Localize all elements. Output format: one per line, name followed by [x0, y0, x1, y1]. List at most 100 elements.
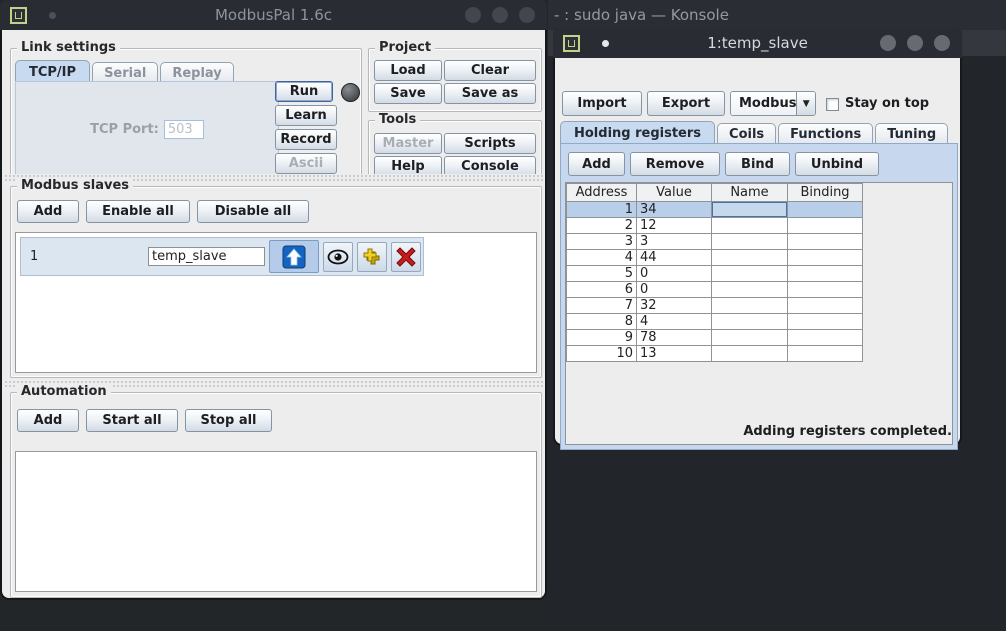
binding-cell[interactable]: [788, 218, 863, 234]
tab-functions[interactable]: Functions: [778, 123, 873, 145]
automation-add-button[interactable]: Add: [17, 409, 79, 432]
value-cell[interactable]: 78: [637, 330, 712, 346]
run-button[interactable]: Run: [275, 81, 333, 102]
name-cell[interactable]: [712, 314, 788, 330]
name-cell[interactable]: [712, 202, 788, 218]
table-row[interactable]: 33: [567, 234, 863, 250]
name-cell[interactable]: [712, 330, 788, 346]
address-cell[interactable]: 1: [567, 202, 637, 218]
save-as-button[interactable]: Save as: [444, 83, 536, 104]
register-add-button[interactable]: Add: [568, 152, 625, 176]
binding-cell[interactable]: [788, 282, 863, 298]
binding-cell[interactable]: [788, 330, 863, 346]
address-cell[interactable]: 4: [567, 250, 637, 266]
value-cell[interactable]: 0: [637, 266, 712, 282]
binding-column-header[interactable]: Binding: [788, 184, 863, 202]
ascii-button[interactable]: Ascii: [275, 153, 337, 174]
table-row[interactable]: 1013: [567, 346, 863, 362]
save-button[interactable]: Save: [374, 83, 442, 104]
tab-holding-registers[interactable]: Holding registers: [560, 121, 715, 145]
modbus-mode-select[interactable]: Modbus ▼: [730, 91, 816, 116]
window-close-button[interactable]: [934, 35, 950, 51]
value-column-header[interactable]: Value: [637, 184, 712, 202]
name-cell[interactable]: [712, 298, 788, 314]
table-row[interactable]: 978: [567, 330, 863, 346]
slave-enable-toggle[interactable]: [269, 240, 319, 273]
scripts-button[interactable]: Scripts: [444, 133, 536, 154]
registers-scrollpane[interactable]: Address Value Name Binding 1342123344450…: [565, 182, 953, 445]
table-row[interactable]: 212: [567, 218, 863, 234]
register-unbind-button[interactable]: Unbind: [795, 152, 879, 176]
export-button[interactable]: Export: [647, 91, 725, 116]
temp-slave-titlebar[interactable]: 1:temp_slave: [553, 28, 962, 58]
window-close-button[interactable]: [519, 7, 535, 23]
name-cell[interactable]: [712, 250, 788, 266]
window-maximize-button[interactable]: [492, 7, 508, 23]
disable-all-button[interactable]: Disable all: [197, 200, 309, 223]
register-remove-button[interactable]: Remove: [630, 152, 720, 176]
slave-name-input[interactable]: [148, 247, 265, 266]
binding-cell[interactable]: [788, 266, 863, 282]
address-cell[interactable]: 8: [567, 314, 637, 330]
window-maximize-button[interactable]: [907, 35, 923, 51]
register-bind-button[interactable]: Bind: [725, 152, 790, 176]
slave-view-button[interactable]: [323, 242, 353, 272]
value-cell[interactable]: 0: [637, 282, 712, 298]
address-cell[interactable]: 10: [567, 346, 637, 362]
clear-button[interactable]: Clear: [444, 60, 536, 81]
address-cell[interactable]: 3: [567, 234, 637, 250]
table-row[interactable]: 50: [567, 266, 863, 282]
address-cell[interactable]: 9: [567, 330, 637, 346]
konsole-titlebar[interactable]: - : sudo java — Konsole: [548, 0, 1006, 30]
record-button[interactable]: Record: [275, 129, 337, 150]
table-row[interactable]: 134: [567, 202, 863, 218]
slave-add-button[interactable]: Add: [17, 200, 79, 223]
tab-tuning[interactable]: Tuning: [875, 123, 948, 145]
binding-cell[interactable]: [788, 234, 863, 250]
tcp-port-input[interactable]: [164, 120, 204, 139]
address-cell[interactable]: 5: [567, 266, 637, 282]
tab-coils[interactable]: Coils: [717, 123, 776, 145]
binding-cell[interactable]: [788, 298, 863, 314]
stay-on-top-checkbox[interactable]: [826, 98, 839, 111]
stop-all-button[interactable]: Stop all: [185, 409, 272, 432]
table-row[interactable]: 60: [567, 282, 863, 298]
import-button[interactable]: Import: [562, 91, 642, 116]
table-row[interactable]: 444: [567, 250, 863, 266]
load-button[interactable]: Load: [374, 60, 442, 81]
address-cell[interactable]: 7: [567, 298, 637, 314]
master-button[interactable]: Master: [374, 133, 442, 154]
address-column-header[interactable]: Address: [567, 184, 637, 202]
name-cell[interactable]: [712, 346, 788, 362]
value-cell[interactable]: 34: [637, 202, 712, 218]
name-cell[interactable]: [712, 282, 788, 298]
slave-delete-button[interactable]: [391, 242, 421, 272]
table-row[interactable]: 732: [567, 298, 863, 314]
name-cell[interactable]: [712, 218, 788, 234]
start-all-button[interactable]: Start all: [86, 409, 178, 432]
window-minimize-button[interactable]: [465, 7, 481, 23]
value-cell[interactable]: 44: [637, 250, 712, 266]
slave-duplicate-button[interactable]: [357, 242, 387, 272]
modbuspal-titlebar[interactable]: ModbusPal 1.6c: [0, 0, 547, 30]
name-cell[interactable]: [712, 266, 788, 282]
address-cell[interactable]: 6: [567, 282, 637, 298]
value-cell[interactable]: 32: [637, 298, 712, 314]
binding-cell[interactable]: [788, 314, 863, 330]
window-minimize-button[interactable]: [880, 35, 896, 51]
value-cell[interactable]: 3: [637, 234, 712, 250]
value-cell[interactable]: 13: [637, 346, 712, 362]
learn-button[interactable]: Learn: [275, 105, 337, 126]
address-cell[interactable]: 2: [567, 218, 637, 234]
binding-cell[interactable]: [788, 346, 863, 362]
binding-cell[interactable]: [788, 202, 863, 218]
value-cell[interactable]: 12: [637, 218, 712, 234]
table-row[interactable]: 84: [567, 314, 863, 330]
enable-all-button[interactable]: Enable all: [86, 200, 190, 223]
name-cell[interactable]: [712, 234, 788, 250]
name-column-header[interactable]: Name: [712, 184, 788, 202]
slave-row[interactable]: 1: [20, 237, 424, 276]
value-cell[interactable]: 4: [637, 314, 712, 330]
desktop: - : sudo java — Konsole ModbusPal 1.6c L…: [0, 0, 1006, 631]
binding-cell[interactable]: [788, 250, 863, 266]
